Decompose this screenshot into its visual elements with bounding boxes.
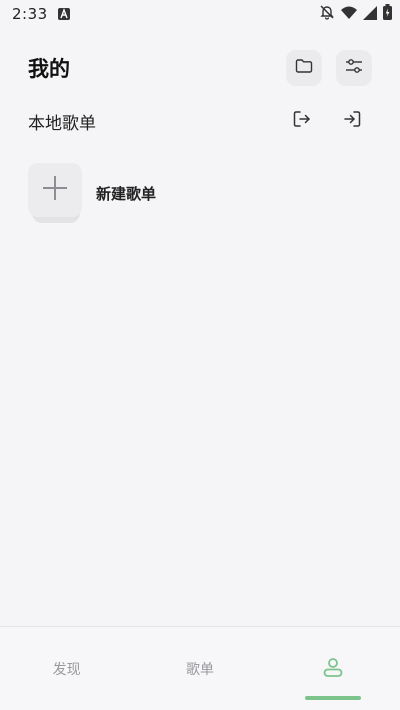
import-icon (342, 109, 362, 133)
page-header: 我的 (28, 50, 372, 86)
folder-button[interactable] (286, 50, 322, 86)
nav-tab-mine[interactable] (267, 627, 400, 710)
settings-button[interactable] (336, 50, 372, 86)
user-icon (321, 655, 345, 683)
import-button[interactable] (338, 107, 366, 135)
active-tab-indicator (305, 696, 362, 700)
plus-icon (42, 175, 68, 205)
export-button[interactable] (288, 107, 316, 135)
status-time: 2:33 (12, 5, 48, 23)
sliders-icon (345, 58, 363, 78)
a-notification-icon (57, 5, 70, 24)
export-icon (292, 109, 312, 133)
nav-tab-label: 发现 (52, 661, 81, 678)
battery-icon (383, 4, 392, 24)
signal-icon (363, 5, 377, 24)
nav-tab-playlists[interactable]: 歌单 (133, 627, 266, 710)
bell-muted-icon (319, 4, 335, 24)
new-playlist-cover (28, 163, 82, 223)
page-title: 我的 (28, 57, 70, 81)
local-playlists-section: 本地歌单 (28, 106, 372, 136)
bottom-nav: 发现 歌单 (0, 626, 400, 710)
section-title: 本地歌单 (28, 113, 96, 134)
new-playlist-item[interactable]: 新建歌单 (28, 163, 156, 223)
folder-icon (295, 58, 313, 78)
wifi-icon (341, 5, 357, 24)
status-bar: 2:33 (0, 0, 400, 28)
new-playlist-label: 新建歌单 (96, 184, 157, 203)
nav-tab-label: 歌单 (185, 661, 214, 678)
nav-tab-discover[interactable]: 发现 (0, 627, 133, 710)
